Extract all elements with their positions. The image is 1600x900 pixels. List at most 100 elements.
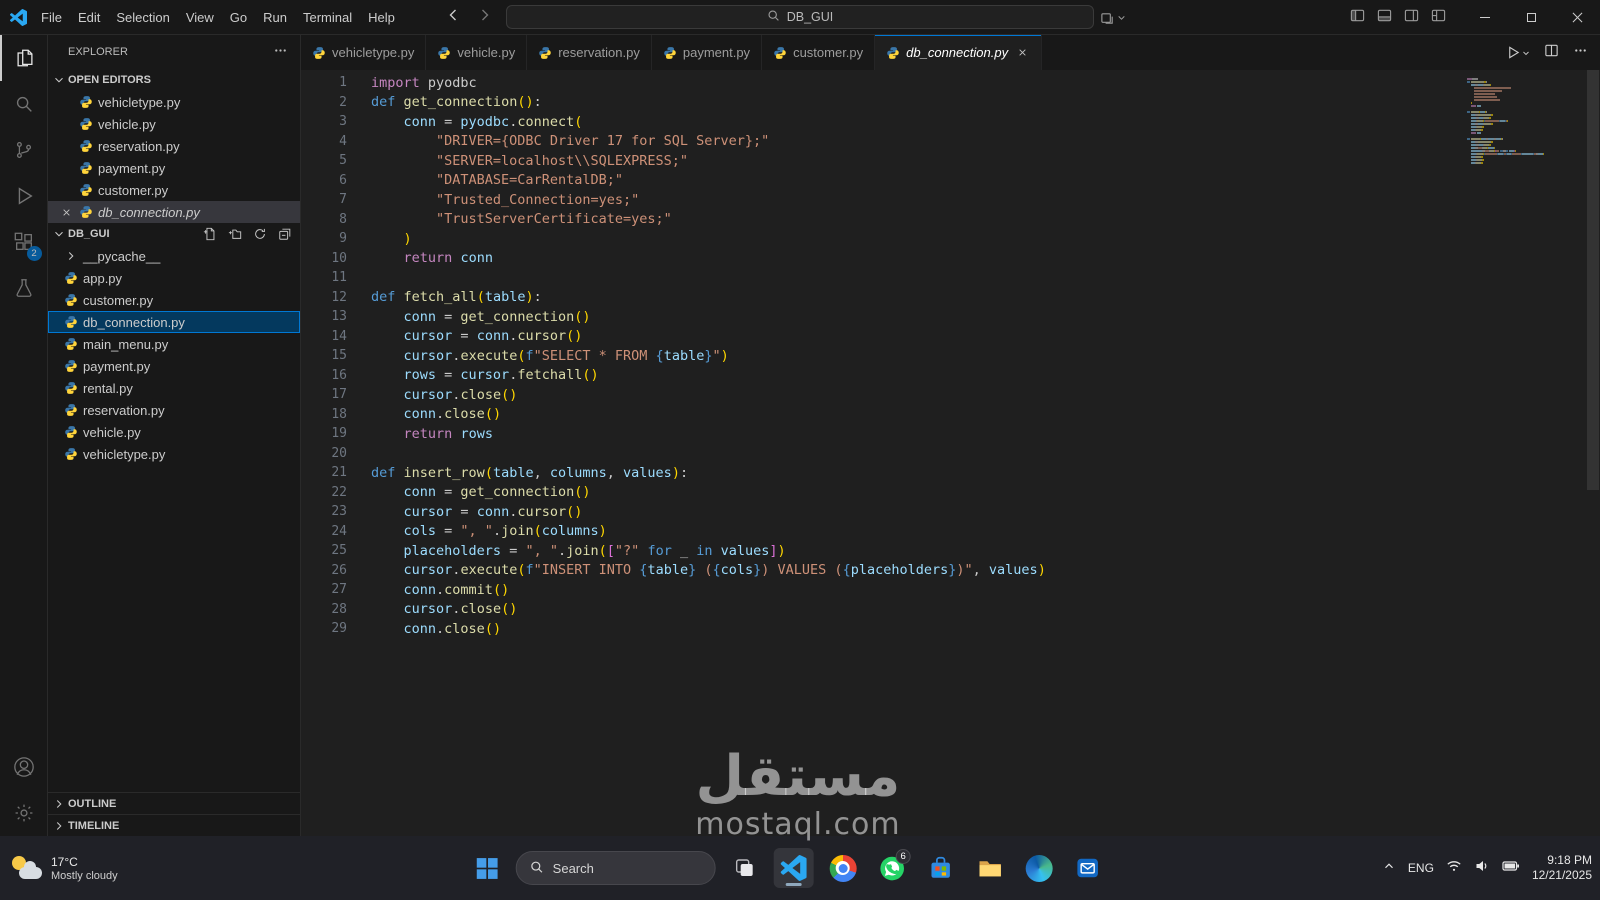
open-editor-item[interactable]: customer.py: [48, 179, 300, 201]
tree-file-item[interactable]: vehicletype.py: [48, 443, 300, 465]
forward-arrow-icon[interactable]: [477, 7, 493, 28]
code-line[interactable]: 27 conn.commit(): [301, 580, 1600, 600]
code-line[interactable]: 14 cursor = conn.cursor(): [301, 327, 1600, 347]
code-line[interactable]: 25 placeholders = ", ".join(["?" for _ i…: [301, 541, 1600, 561]
project-header[interactable]: DB_GUI: [48, 223, 300, 245]
tab-db_connection.py[interactable]: db_connection.py: [875, 35, 1043, 70]
language-indicator[interactable]: ENG: [1408, 861, 1434, 875]
toggle-panel-icon[interactable]: [1377, 8, 1392, 28]
chrome-icon[interactable]: [823, 848, 863, 888]
account-icon[interactable]: [0, 744, 48, 790]
code-line[interactable]: 3 conn = pyodbc.connect(: [301, 112, 1600, 132]
task-view-button[interactable]: [725, 848, 765, 888]
code-line[interactable]: 4 "DRIVER={ODBC Driver 17 for SQL Server…: [301, 132, 1600, 152]
open-editor-item[interactable]: payment.py: [48, 157, 300, 179]
menu-help[interactable]: Help: [360, 0, 403, 34]
source-control-icon[interactable]: [0, 127, 48, 173]
file-explorer-icon[interactable]: [970, 848, 1010, 888]
open-editors-header[interactable]: OPEN EDITORS: [48, 69, 300, 91]
open-editor-item[interactable]: vehicle.py: [48, 113, 300, 135]
editor-scrollbar[interactable]: [1586, 70, 1600, 836]
weather-widget[interactable]: 17°C Mostly cloudy: [0, 854, 118, 882]
scrollbar-thumb[interactable]: [1587, 70, 1599, 490]
code-line[interactable]: 10 return conn: [301, 249, 1600, 269]
run-debug-icon[interactable]: [0, 173, 48, 219]
code-line[interactable]: 6 "DATABASE=CarRentalDB;": [301, 171, 1600, 191]
split-editor-icon[interactable]: [1544, 43, 1559, 63]
tree-file-item[interactable]: vehicle.py: [48, 421, 300, 443]
code-line[interactable]: 15 cursor.execute(f"SELECT * FROM {table…: [301, 346, 1600, 366]
menu-edit[interactable]: Edit: [70, 0, 108, 34]
outlook-icon[interactable]: [1068, 848, 1108, 888]
tab-payment.py[interactable]: payment.py: [651, 35, 763, 70]
explorer-activity-icon[interactable]: [0, 35, 48, 81]
code-line[interactable]: 23 cursor = conn.cursor(): [301, 502, 1600, 522]
code-line[interactable]: 16 rows = cursor.fetchall(): [301, 366, 1600, 386]
start-button[interactable]: [467, 848, 507, 888]
menu-view[interactable]: View: [178, 0, 222, 34]
menu-file[interactable]: File: [33, 0, 70, 34]
battery-icon[interactable]: [1502, 859, 1520, 878]
tray-chevron-up-icon[interactable]: [1382, 859, 1396, 878]
new-folder-icon[interactable]: [228, 227, 242, 241]
code-line[interactable]: 13 conn = get_connection(): [301, 307, 1600, 327]
tab-vehicletype.py[interactable]: vehicletype.py: [301, 35, 427, 70]
editor-more-actions-icon[interactable]: [1573, 43, 1588, 63]
menu-go[interactable]: Go: [222, 0, 255, 34]
menu-selection[interactable]: Selection: [108, 0, 177, 34]
code-line[interactable]: 5 "SERVER=localhost\\SQLEXPRESS;": [301, 151, 1600, 171]
tab-vehicle.py[interactable]: vehicle.py: [426, 35, 528, 70]
code-line[interactable]: 11: [301, 268, 1600, 288]
code-line[interactable]: 29 conn.close(): [301, 619, 1600, 639]
editor-layout-icon[interactable]: [1100, 9, 1126, 27]
testing-icon[interactable]: [0, 265, 48, 311]
customize-layout-icon[interactable]: [1431, 8, 1446, 28]
close-button[interactable]: [1554, 0, 1600, 35]
code-line[interactable]: 24 cols = ", ".join(columns): [301, 522, 1600, 542]
timeline-section[interactable]: TIMELINE: [48, 814, 300, 836]
code-line[interactable]: 28 cursor.close(): [301, 600, 1600, 620]
code-line[interactable]: 7 "Trusted_Connection=yes;": [301, 190, 1600, 210]
menu-terminal[interactable]: Terminal: [295, 0, 360, 34]
store-icon[interactable]: [921, 848, 961, 888]
minimize-button[interactable]: [1462, 0, 1508, 35]
close-icon[interactable]: [1014, 46, 1030, 59]
search-activity-icon[interactable]: [0, 81, 48, 127]
toggle-secondary-sidebar-icon[interactable]: [1404, 8, 1419, 28]
vscode-taskbar-icon[interactable]: [773, 848, 814, 888]
tree-file-item[interactable]: main_menu.py: [48, 333, 300, 355]
settings-gear-icon[interactable]: [0, 790, 48, 836]
clock[interactable]: 9:18 PM 12/21/2025: [1532, 853, 1592, 883]
taskbar-search[interactable]: Search: [515, 851, 716, 885]
tree-file-item[interactable]: app.py: [48, 267, 300, 289]
code-line[interactable]: 8 "TrustServerCertificate=yes;": [301, 210, 1600, 230]
outline-section[interactable]: OUTLINE: [48, 792, 300, 814]
code-editor[interactable]: 1 import pyodbc 2 def get_connection(): 3 co…: [301, 70, 1600, 836]
extensions-icon[interactable]: 2: [0, 219, 48, 265]
whatsapp-icon[interactable]: 6: [872, 848, 912, 888]
code-line[interactable]: 9 ): [301, 229, 1600, 249]
tree-file-item[interactable]: reservation.py: [48, 399, 300, 421]
tab-reservation.py[interactable]: reservation.py: [527, 35, 652, 70]
menu-run[interactable]: Run: [255, 0, 295, 34]
code-line[interactable]: 12 def fetch_all(table):: [301, 288, 1600, 308]
code-line[interactable]: 26 cursor.execute(f"INSERT INTO {table} …: [301, 561, 1600, 581]
code-line[interactable]: 21 def insert_row(table, columns, values)…: [301, 463, 1600, 483]
code-line[interactable]: 18 conn.close(): [301, 405, 1600, 425]
tab-customer.py[interactable]: customer.py: [762, 35, 876, 70]
open-editor-item[interactable]: reservation.py: [48, 135, 300, 157]
more-actions-icon[interactable]: [273, 43, 288, 61]
code-line[interactable]: 2 def get_connection():: [301, 93, 1600, 113]
command-center-search[interactable]: DB_GUI: [506, 5, 1094, 29]
tree-file-item[interactable]: payment.py: [48, 355, 300, 377]
back-arrow-icon[interactable]: [445, 7, 461, 28]
open-editor-item[interactable]: vehicletype.py: [48, 91, 300, 113]
collapse-all-icon[interactable]: [278, 227, 292, 241]
close-icon[interactable]: [58, 206, 74, 219]
tree-file-item[interactable]: rental.py: [48, 377, 300, 399]
toggle-sidebar-icon[interactable]: [1350, 8, 1365, 28]
tree-folder-item[interactable]: __pycache__: [48, 245, 300, 267]
run-python-button[interactable]: [1506, 44, 1530, 62]
new-file-icon[interactable]: [203, 227, 217, 241]
tree-file-item[interactable]: customer.py: [48, 289, 300, 311]
